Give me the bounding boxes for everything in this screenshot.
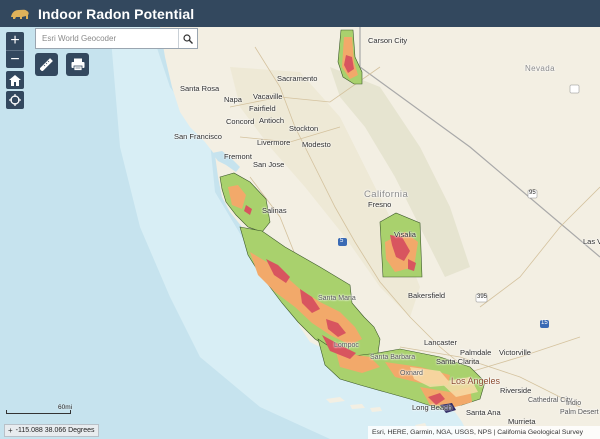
home-icon [9, 74, 21, 86]
place-carson-city: Carson City [368, 36, 408, 45]
place-salinas: Salinas [262, 206, 287, 215]
state-label-nevada: Nevada [525, 64, 555, 73]
scale-bar: 60mi [6, 404, 72, 414]
place-santa-barbara: Santa Barbara [370, 354, 416, 361]
basemap [0, 27, 600, 439]
home-button[interactable] [6, 71, 24, 89]
place-las-vegas: Las V [583, 237, 600, 246]
place-los-angeles: Los Angeles [451, 376, 501, 386]
place-santa-ana: Santa Ana [466, 408, 501, 417]
place-san-jose: San Jose [253, 160, 285, 169]
place-santa-maria: Santa Maria [318, 295, 356, 302]
locate-button[interactable] [6, 91, 24, 109]
map-attribution: Esri, HERE, Garmin, NGA, USGS, NPS | Cal… [368, 426, 600, 439]
place-murrieta: Murrieta [508, 417, 536, 426]
shield-i5: 5 [340, 238, 344, 244]
print-button[interactable] [66, 53, 89, 76]
place-oxnard: Oxnard [400, 370, 423, 377]
measure-button[interactable] [35, 53, 58, 76]
app-header: Indoor Radon Potential [0, 0, 600, 27]
place-napa: Napa [224, 95, 242, 104]
place-fairfield: Fairfield [249, 104, 276, 113]
place-indio: Indio [566, 400, 582, 407]
place-bakersfield: Bakersfield [408, 291, 446, 300]
locate-icon [9, 94, 21, 106]
place-visalia: Visalia [394, 230, 416, 239]
zoom-out-button[interactable]: − [6, 50, 24, 68]
place-sacramento: Sacramento [277, 74, 318, 83]
place-vacaville: Vacaville [253, 92, 283, 101]
place-santa-rosa: Santa Rosa [180, 84, 220, 93]
bear-logo-icon [11, 9, 29, 19]
place-riverside: Riverside [500, 386, 532, 395]
place-palm-desert: Palm Desert [560, 409, 599, 416]
place-livermore: Livermore [257, 138, 291, 147]
coordinate-toggle-button[interactable]: + [8, 426, 13, 435]
place-long-beach: Long Beach [412, 403, 453, 412]
place-lompoc: Lompoc [334, 342, 359, 349]
app-title: Indoor Radon Potential [38, 5, 195, 22]
search-button[interactable] [178, 29, 197, 48]
place-santa-clarita: Santa Clarita [436, 357, 480, 366]
state-label-california: California [364, 189, 409, 200]
coordinate-widget: + -115.088 38.066 Degrees [4, 424, 99, 437]
place-fresno: Fresno [368, 200, 392, 209]
search-input[interactable] [36, 29, 178, 48]
ruler-icon [40, 58, 53, 71]
scale-bar-label: 60mi [58, 404, 73, 411]
coordinate-readout: -115.088 38.066 Degrees [15, 427, 95, 434]
place-fremont: Fremont [224, 152, 252, 161]
printer-icon [71, 58, 84, 71]
shield-i95: 95 [529, 190, 536, 196]
place-palmdale: Palmdale [460, 348, 492, 357]
place-lancaster: Lancaster [424, 338, 457, 347]
place-victorville: Victorville [499, 348, 531, 357]
zoom-in-button[interactable]: + [6, 32, 24, 50]
geocoder-search [35, 28, 198, 49]
search-icon [183, 33, 193, 44]
map-view[interactable]: 5 15 395 95 California Nevada Carson Cit… [0, 27, 600, 439]
place-san-francisco: San Francisco [174, 132, 222, 141]
place-concord: Concord [226, 117, 255, 126]
zoom-control: + − [6, 32, 24, 68]
place-antioch: Antioch [259, 116, 285, 125]
place-stockton: Stockton [289, 124, 319, 133]
shield-i15: 15 [541, 320, 548, 326]
place-modesto: Modesto [302, 140, 331, 149]
shield-rt395: 395 [477, 294, 488, 300]
